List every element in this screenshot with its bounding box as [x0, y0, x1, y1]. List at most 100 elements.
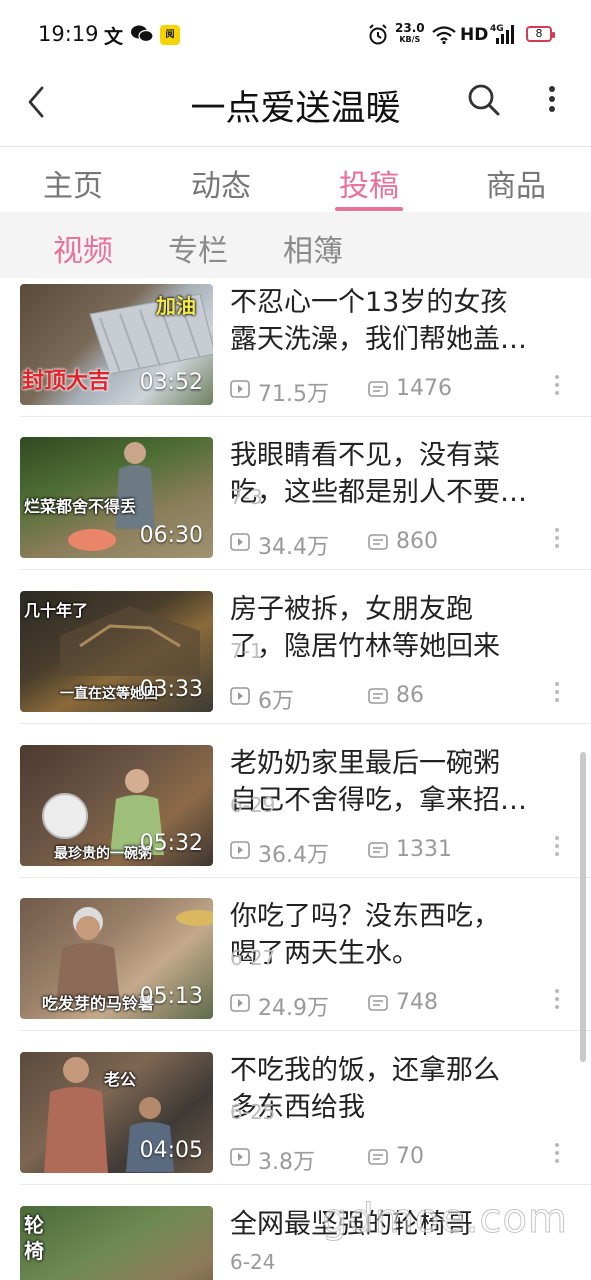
tab-products[interactable]: 商品: [456, 161, 576, 205]
video-title[interactable]: 老奶奶家里最后一碗粥 自己不舍得吃，拿来招…: [230, 745, 562, 819]
view-count: 6万: [258, 689, 294, 714]
subtab-column[interactable]: 专栏: [168, 226, 228, 270]
thumbnail-caption-top: 几十年了: [24, 601, 89, 620]
video-title[interactable]: 我眼睛看不见，没有菜 吃，这些都是别人不要…: [230, 437, 562, 511]
item-more-icon[interactable]: [552, 835, 562, 857]
video-title-line1: 我眼睛看不见，没有菜: [230, 440, 500, 471]
comment-count: 70: [396, 1144, 424, 1169]
thumbnail-caption: 最珍贵的一碗粥: [54, 846, 152, 862]
video-title[interactable]: 房子被拆，女朋友跑 了，隐居竹林等她回来: [230, 591, 562, 665]
tab-submissions[interactable]: 投稿: [309, 161, 429, 205]
scrollbar[interactable]: [580, 752, 586, 1062]
video-date: 6-29: [230, 793, 276, 817]
video-thumbnail[interactable]: 老公 04:05: [20, 1052, 213, 1173]
speed-value: 23.0: [395, 21, 425, 35]
divider: [20, 1184, 591, 1185]
comment-icon: [368, 1149, 388, 1165]
rice-cooker-graphic: [42, 793, 88, 839]
video-thumbnail[interactable]: 最珍贵的一碗粥 05:32: [20, 745, 213, 866]
comment-count: 748: [396, 990, 438, 1015]
video-duration: 05:13: [139, 984, 203, 1009]
search-icon[interactable]: [466, 82, 502, 118]
comment-count: 860: [396, 529, 438, 554]
comment-icon: [368, 534, 388, 550]
item-more-icon[interactable]: [552, 374, 562, 396]
comment-count: 1331: [396, 837, 452, 862]
watermark: gdmoe.com: [322, 1196, 568, 1243]
main-tabs: 主页 动态 投稿 商品: [0, 146, 591, 213]
battery-icon: 8: [526, 26, 555, 42]
play-icon: [230, 380, 250, 398]
video-date: 7-1: [230, 639, 263, 663]
video-date: 6-27: [230, 946, 276, 970]
item-more-icon[interactable]: [552, 681, 562, 703]
divider: [20, 569, 591, 570]
thumbnail-caption: 轮椅: [24, 1213, 44, 1263]
video-item[interactable]: 加油 封顶大吉 03:52 不忍心一个13岁的女孩 露天洗澡，我们帮她盖… 71…: [0, 278, 591, 417]
tab-home[interactable]: 主页: [13, 161, 133, 205]
comment-icon: [368, 995, 388, 1011]
video-title[interactable]: 不忍心一个13岁的女孩 露天洗澡，我们帮她盖…: [230, 284, 562, 358]
video-title-line1: 不吃我的饭，还拿那么: [230, 1055, 500, 1086]
video-title[interactable]: 你吃了吗？没东西吃， 喝了两天生水。: [230, 898, 562, 972]
video-title-line2: 吃，这些都是别人不要…: [230, 477, 527, 508]
item-more-icon[interactable]: [552, 527, 562, 549]
video-duration: 06:30: [139, 523, 203, 548]
comment-icon: [368, 688, 388, 704]
video-thumbnail[interactable]: 几十年了 一直在这等她回 03:33: [20, 591, 213, 712]
play-icon: [230, 687, 250, 705]
video-title-line2: 喝了两天生水。: [230, 938, 419, 969]
video-item[interactable]: 老公 04:05 不吃我的饭，还拿那么 多东西给我 6-25 3.8万 70: [0, 1032, 591, 1185]
view-count: 24.9万: [258, 996, 329, 1021]
view-count: 36.4万: [258, 843, 329, 868]
video-list: 加油 封顶大吉 03:52 不忍心一个13岁的女孩 露天洗澡，我们帮她盖… 71…: [0, 278, 591, 1280]
video-title-line2: 了，隐居竹林等她回来: [230, 631, 500, 662]
thumbnail-caption: 烂菜都舍不得丢: [24, 497, 137, 516]
thumbnail-caption: 老公: [104, 1070, 137, 1089]
video-title-line2: 多东西给我: [230, 1092, 365, 1123]
basin-graphic: [68, 529, 116, 551]
title-bar: 一点爱送温暖: [0, 70, 591, 146]
video-title[interactable]: 不吃我的饭，还拿那么 多东西给我: [230, 1052, 562, 1126]
video-duration: 03:52: [139, 370, 203, 395]
video-title-line1: 老奶奶家里最后一碗粥: [230, 748, 500, 779]
person-graphic: [56, 907, 120, 1002]
network-speed: 23.0 KB/S: [395, 21, 425, 45]
video-title-line2: 自己不舍得吃，拿来招…: [230, 785, 527, 816]
video-duration: 03:33: [139, 677, 203, 702]
video-date: 6-25: [230, 1100, 276, 1124]
signal-icon: 4G: [490, 24, 514, 44]
hd-indicator: HD: [460, 25, 489, 45]
video-title-line1: 你吃了吗？没东西吃，: [230, 901, 500, 932]
video-item[interactable]: 吃发芽的马铃薯 05:13 你吃了吗？没东西吃， 喝了两天生水。 6-27 24…: [0, 878, 591, 1031]
active-tab-indicator: [335, 207, 403, 211]
item-more-icon[interactable]: [552, 988, 562, 1010]
item-more-icon[interactable]: [552, 1142, 562, 1164]
thumbnail-caption-top: 加油: [156, 294, 196, 318]
video-item[interactable]: 几十年了 一直在这等她回 03:33 房子被拆，女朋友跑 了，隐居竹林等她回来 …: [0, 571, 591, 724]
play-icon: [230, 841, 250, 859]
video-thumbnail[interactable]: 轮椅: [20, 1206, 213, 1280]
tab-activity[interactable]: 动态: [161, 161, 281, 205]
app-badge-icon: 阅: [160, 25, 180, 45]
more-vertical-icon[interactable]: [544, 84, 560, 118]
play-icon: [230, 533, 250, 551]
video-thumbnail[interactable]: 吃发芽的马铃薯 05:13: [20, 898, 213, 1019]
comment-count: 86: [396, 683, 424, 708]
subtab-video[interactable]: 视频: [53, 226, 113, 270]
video-item[interactable]: 最珍贵的一碗粥 05:32 老奶奶家里最后一碗粥 自己不舍得吃，拿来招… 6-2…: [0, 725, 591, 878]
divider: [20, 723, 591, 724]
video-thumbnail[interactable]: 加油 封顶大吉 03:52: [20, 284, 213, 405]
comment-icon: [368, 381, 388, 397]
speed-unit: KB/S: [399, 35, 421, 44]
wechat-icon: [131, 25, 153, 43]
subtab-album[interactable]: 相簿: [283, 226, 343, 270]
view-count: 34.4万: [258, 535, 329, 560]
notification-wen-icon: 文: [104, 26, 124, 48]
alarm-icon: [369, 24, 387, 45]
thumbnail-caption: 封顶大吉: [22, 369, 111, 394]
video-title-line1: 房子被拆，女朋友跑: [230, 594, 473, 625]
video-thumbnail[interactable]: 烂菜都舍不得丢 06:30: [20, 437, 213, 558]
video-item[interactable]: 烂菜都舍不得丢 06:30 我眼睛看不见，没有菜 吃，这些都是别人不要… 7-3…: [0, 417, 591, 570]
video-title-line2: 露天洗澡，我们帮她盖…: [230, 324, 527, 355]
